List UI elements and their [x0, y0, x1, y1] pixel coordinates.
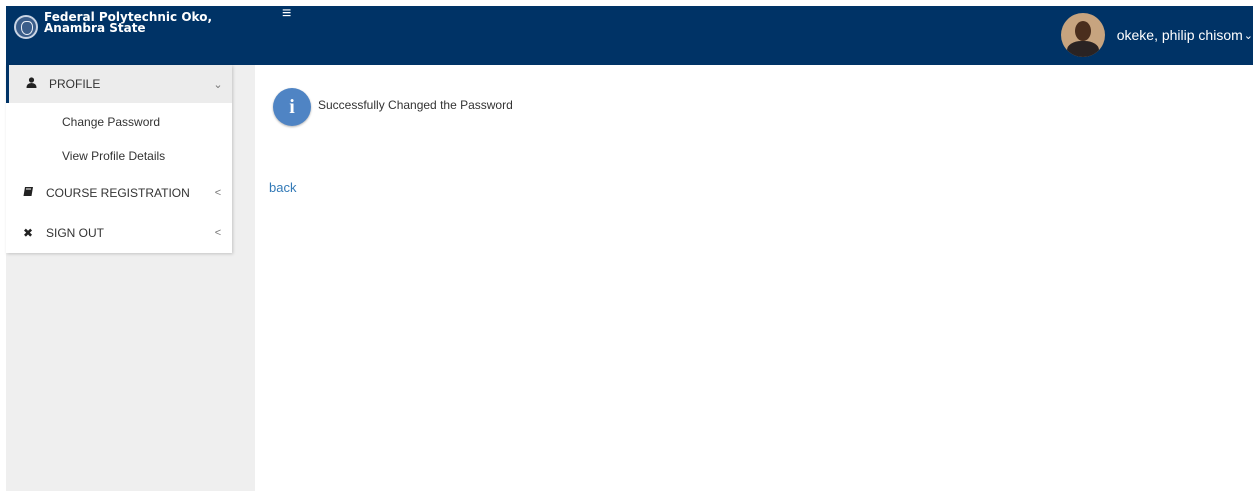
institution-name-line2: Anambra State	[44, 21, 146, 35]
sidebar-item-label: SIGN OUT	[46, 226, 105, 240]
sidebar-item-label: PROFILE	[49, 77, 101, 91]
back-link[interactable]: back	[269, 180, 296, 195]
sidebar-item-label: COURSE REGISTRATION	[46, 186, 190, 200]
success-alert: i Successfully Changed the Password	[273, 88, 513, 126]
avatar[interactable]	[1060, 13, 1105, 57]
menu-toggle-icon[interactable]: ≡	[282, 6, 291, 22]
chevron-left-icon: <	[214, 187, 222, 199]
brand[interactable]: Federal Polytechnic Oko, Anambra State	[14, 11, 239, 48]
chevron-down-icon: ⌄	[213, 78, 223, 91]
institution-name: Federal Polytechnic Oko, Anambra State	[44, 11, 212, 35]
sidebar-item-sign-out[interactable]: ✖ SIGN OUT <	[6, 214, 232, 252]
close-icon: ✖	[22, 226, 34, 240]
alert-message: Successfully Changed the Password	[318, 98, 513, 112]
chevron-left-icon: <	[214, 227, 222, 239]
chevron-down-icon[interactable]: ⌄	[1244, 29, 1253, 42]
book-icon	[6, 186, 46, 200]
sidebar-subitem-change-password[interactable]: Change Password	[62, 115, 160, 129]
sidebar-item-profile[interactable]: PROFILE ⌄	[6, 65, 232, 103]
info-icon: i	[273, 88, 311, 126]
user-menu[interactable]: okeke, philip chisom ⌄	[1060, 13, 1253, 57]
sidebar-item-course-registration[interactable]: COURSE REGISTRATION <	[6, 174, 232, 212]
institution-logo	[14, 15, 38, 39]
user-icon	[9, 77, 49, 91]
sidebar: PROFILE ⌄ Change Password View Profile D…	[6, 65, 232, 253]
top-navbar: Federal Polytechnic Oko, Anambra State ≡…	[0, 0, 1253, 65]
sidebar-subitem-view-profile-details[interactable]: View Profile Details	[62, 149, 165, 163]
user-name[interactable]: okeke, philip chisom	[1117, 27, 1243, 43]
